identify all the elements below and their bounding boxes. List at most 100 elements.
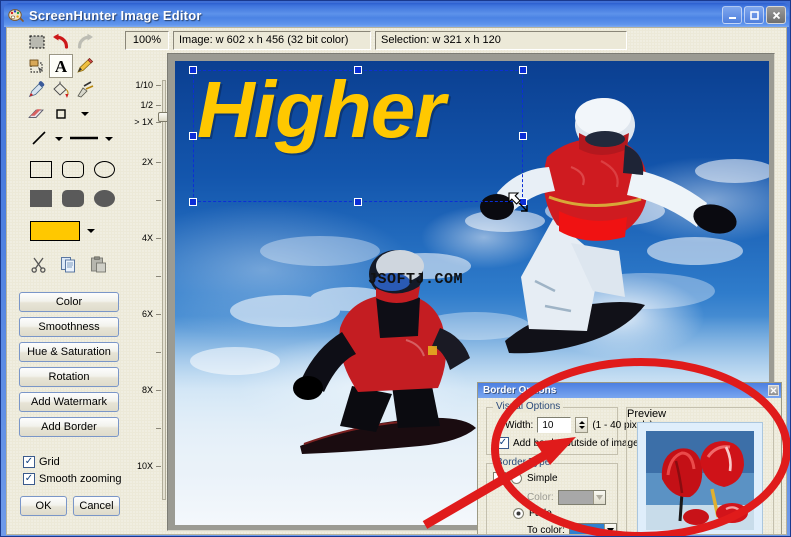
- client-area: 100% Image: w 602 x h 456 (32 bit color)…: [6, 27, 787, 535]
- simple-radio[interactable]: [511, 473, 522, 484]
- selection-info-field: Selection: w 321 x h 120: [375, 30, 627, 50]
- visual-options-group: Visual Options Width: 10 (1 - 40 pixels)…: [486, 401, 653, 455]
- brush-size-dropdown[interactable]: [73, 102, 97, 126]
- hue-saturation-button[interactable]: Hue & Saturation: [19, 342, 119, 362]
- shape-filled-row: [25, 185, 123, 211]
- fade-label: Fade: [529, 508, 552, 519]
- undo-tool[interactable]: [49, 30, 73, 54]
- spinner-down-icon: [578, 426, 585, 429]
- zoom-tick-label: 1/10: [135, 80, 153, 90]
- eyedropper-tool[interactable]: [25, 78, 49, 102]
- width-input[interactable]: 10: [537, 417, 572, 433]
- zoom-tick-label: 2X: [141, 157, 153, 167]
- ellipse-outline-tool[interactable]: [94, 160, 115, 178]
- overlay-text[interactable]: Higher: [197, 70, 445, 150]
- zoom-slider-track[interactable]: [162, 80, 166, 500]
- zoom-level-field: 100%: [125, 30, 169, 50]
- smoothness-button[interactable]: Smoothness: [19, 317, 119, 337]
- zoom-tick: [156, 466, 161, 467]
- chevron-down-icon: [81, 112, 89, 116]
- palette-icon: [8, 7, 25, 23]
- zoom-tick-label: 8X: [141, 385, 153, 395]
- window-title: ScreenHunter Image Editor: [29, 7, 202, 23]
- line-style-dropdown[interactable]: [55, 137, 63, 141]
- border-dialog-close-icon[interactable]: [768, 385, 779, 396]
- width-spinner[interactable]: [575, 417, 589, 433]
- add-border-button[interactable]: Add Border: [19, 417, 119, 437]
- zoom-tick-label: 1/2: [140, 100, 153, 110]
- zoom-tick-label: 4X: [141, 233, 153, 243]
- line-width-tool[interactable]: [69, 133, 99, 146]
- zoom-tick-label: 6X: [141, 309, 153, 319]
- cancel-button[interactable]: Cancel: [73, 496, 120, 516]
- minimize-button[interactable]: [722, 6, 742, 24]
- add-border-outside-checkbox[interactable]: ✓: [497, 437, 509, 449]
- border-type-legend: Border Type: [493, 457, 554, 468]
- paint-bucket-tool[interactable]: [49, 78, 73, 102]
- window-controls: [722, 6, 786, 24]
- add-watermark-button[interactable]: Add Watermark: [19, 392, 119, 412]
- line-width-dropdown[interactable]: [105, 137, 113, 141]
- border-dialog-title: Border Options: [483, 385, 557, 396]
- title-bar[interactable]: ScreenHunter Image Editor: [4, 3, 789, 27]
- smooth-zooming-checkbox[interactable]: ✓ Smooth zooming: [23, 470, 123, 487]
- zoom-tick: [156, 276, 161, 277]
- airbrush-tool[interactable]: [73, 78, 97, 102]
- width-label: Width:: [505, 419, 534, 431]
- close-button[interactable]: [766, 6, 786, 24]
- rectangle-filled-tool[interactable]: [30, 189, 52, 207]
- chevron-down-icon: [603, 524, 616, 534]
- border-dialog-title-bar[interactable]: Border Options: [478, 383, 781, 398]
- color-button[interactable]: Color: [19, 292, 119, 312]
- border-type-group: Border Type Simple Color: Fade To color:: [486, 457, 618, 534]
- paste-button[interactable]: [90, 256, 107, 276]
- cut-button[interactable]: [30, 256, 47, 276]
- clipboard-row: [25, 253, 123, 279]
- zoom-tick-label: 10X: [136, 461, 153, 471]
- fade-radio[interactable]: [513, 508, 524, 519]
- rounded-rectangle-filled-tool[interactable]: [62, 189, 84, 207]
- grid-checkbox-label: Grid: [39, 455, 60, 468]
- move-selection-tool[interactable]: [25, 54, 49, 78]
- zoom-tick: [156, 122, 161, 123]
- snowboarder-right: [480, 98, 737, 354]
- ok-button[interactable]: OK: [20, 496, 67, 516]
- tool-row-4: [25, 102, 123, 126]
- to-color-combo[interactable]: [568, 523, 617, 534]
- rectangle-outline-tool[interactable]: [30, 160, 52, 178]
- add-border-outside-label: Add border outside of image: [513, 437, 639, 449]
- simple-swatch-checkbox[interactable]: [493, 472, 506, 485]
- color-dropdown[interactable]: [87, 229, 95, 233]
- select-rectangle-tool[interactable]: [25, 30, 49, 54]
- grid-checkbox[interactable]: ✓ Grid: [23, 453, 123, 470]
- zoom-tick: [156, 390, 161, 391]
- zoom-tick: [156, 314, 161, 315]
- simple-color-combo[interactable]: [557, 490, 606, 505]
- shape-outline-row: [25, 156, 123, 182]
- border-options-dialog[interactable]: Border Options Visual Options Width: 10 …: [477, 382, 782, 534]
- visual-options-legend: Visual Options: [493, 401, 564, 412]
- pencil-tool[interactable]: [73, 54, 97, 78]
- foreground-color-swatch[interactable]: [30, 221, 80, 241]
- brush-size-tool[interactable]: [49, 102, 73, 126]
- zoom-slider[interactable]: 1/10 1/2 > 1X 2X 4X 6X 8X 10X: [125, 80, 169, 500]
- zoom-tick: [156, 352, 161, 353]
- zoom-tick: [156, 85, 161, 86]
- simple-color-label: Color:: [527, 492, 554, 503]
- preview-border: [637, 422, 763, 534]
- redo-tool[interactable]: [73, 30, 97, 54]
- maximize-button[interactable]: [744, 6, 764, 24]
- zoom-tick: [156, 238, 161, 239]
- ellipse-filled-tool[interactable]: [94, 189, 115, 207]
- info-bar: 100% Image: w 602 x h 456 (32 bit color)…: [125, 30, 627, 50]
- line-tool[interactable]: [31, 130, 49, 149]
- copy-button[interactable]: [60, 256, 77, 276]
- eraser-tool[interactable]: [25, 102, 49, 126]
- spinner-up-icon: [578, 421, 585, 424]
- dialog-buttons: OK Cancel: [20, 496, 123, 516]
- rotation-button[interactable]: Rotation: [19, 367, 119, 387]
- zoom-tick: [156, 162, 161, 163]
- text-tool[interactable]: A: [49, 54, 73, 78]
- to-color-swatch: [569, 524, 604, 534]
- rounded-rectangle-outline-tool[interactable]: [62, 160, 84, 178]
